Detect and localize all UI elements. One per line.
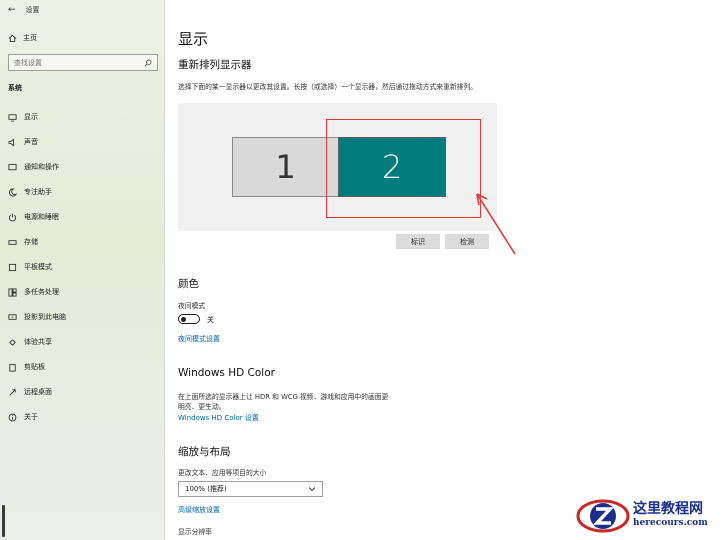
watermark-logo-icon [576, 499, 630, 533]
section-label: 系统 [8, 84, 22, 92]
sidebar-scrollbar[interactable] [2, 505, 5, 537]
night-light-toggle[interactable] [178, 314, 200, 324]
sidebar-item-projecting[interactable]: 投影到此电脑 [8, 311, 66, 323]
watermark-url: herecours.com [633, 518, 708, 528]
advanced-scaling-link[interactable]: 高级缩放设置 [178, 505, 220, 515]
power-icon [8, 213, 17, 221]
sidebar-item-label: 显示 [24, 113, 38, 121]
toggle-knob [181, 316, 186, 322]
scale-dropdown-value: 100% (推荐) [185, 485, 227, 493]
search-box[interactable] [8, 54, 158, 71]
sidebar-item-multitasking[interactable]: 多任务处理 [8, 286, 59, 298]
chevron-down-icon [308, 487, 316, 492]
hdr-settings-link[interactable]: Windows HD Color 设置 [178, 413, 259, 423]
resolution-label: 显示分辨率 [178, 528, 212, 536]
remote-icon [9, 388, 16, 395]
annotation-arrow-icon [476, 193, 516, 255]
moon-icon [8, 187, 17, 196]
scale-size-label: 更改文本、应用等项目的大小 [178, 469, 267, 477]
night-light-label: 夜间模式 [178, 302, 206, 310]
app-title: 设置 [25, 6, 40, 14]
tablet-icon [8, 263, 17, 271]
title-bar: ← 设置 [8, 4, 40, 16]
home-icon [8, 34, 17, 42]
sidebar-item-about[interactable]: 关于 [8, 411, 38, 423]
sidebar-item-remote-desktop[interactable]: 远程桌面 [8, 386, 52, 398]
sidebar-item-label: 投影到此电脑 [24, 313, 66, 321]
watermark: 这里教程网 herecours.com [575, 494, 721, 538]
rearrange-description: 选择下面的某一显示器以更改其设置。长按（或选择）一个显示器，然后通过拖动方式来重… [178, 83, 478, 91]
search-icon[interactable] [144, 59, 152, 67]
share-icon [9, 338, 16, 346]
sidebar-item-label: 电源和睡眠 [24, 213, 59, 221]
sidebar-item-label: 体验共享 [24, 338, 52, 346]
scale-dropdown[interactable]: 100% (推荐) [178, 481, 323, 497]
watermark-title: 这里教程网 [633, 501, 703, 517]
clipboard-icon [9, 363, 16, 372]
sidebar-item-label: 主页 [23, 34, 37, 42]
sidebar-item-label: 远程桌面 [24, 388, 52, 396]
storage-icon [8, 239, 17, 245]
detect-button[interactable]: 检测 [445, 234, 489, 249]
sidebar-item-power[interactable]: 电源和睡眠 [8, 211, 59, 223]
identify-button[interactable]: 标识 [396, 234, 440, 249]
hdr-description-line2: 明亮、更生动。 [178, 403, 226, 411]
display-icon [8, 113, 17, 122]
sidebar-item-label: 声音 [24, 138, 38, 146]
search-input[interactable] [14, 58, 134, 67]
page-title: 显示 [178, 30, 209, 48]
sidebar-item-storage[interactable]: 存储 [8, 236, 38, 248]
monitor-1[interactable]: 1 [232, 137, 339, 197]
highlight-box [326, 119, 481, 218]
rearrange-heading: 重新排列显示器 [178, 59, 252, 71]
sidebar: ← 设置 主页 系统 显示 声音 通知和操作 专注助手 电源和睡眠 存储 [0, 0, 165, 540]
night-light-settings-link[interactable]: 夜间模式设置 [178, 334, 220, 344]
sidebar-item-tablet[interactable]: 平板模式 [8, 261, 52, 273]
scale-heading: 缩放与布局 [178, 446, 231, 458]
speaker-icon [8, 137, 14, 147]
sidebar-item-home[interactable]: 主页 [8, 32, 37, 44]
sidebar-item-focus-assist[interactable]: 专注助手 [8, 186, 52, 198]
multitask-icon [8, 287, 17, 297]
sidebar-item-shared-experiences[interactable]: 体验共享 [8, 336, 52, 348]
project-icon [8, 313, 17, 320]
sidebar-item-label: 关于 [24, 413, 38, 421]
sidebar-item-label: 通知和操作 [24, 163, 59, 171]
hdr-heading: Windows HD Color [178, 367, 275, 379]
sidebar-item-label: 多任务处理 [24, 288, 59, 296]
sidebar-item-clipboard[interactable]: 剪贴板 [8, 361, 45, 373]
sidebar-item-sound[interactable]: 声音 [8, 136, 38, 148]
night-light-state: 关 [207, 316, 214, 324]
sidebar-item-notifications[interactable]: 通知和操作 [8, 161, 59, 173]
color-heading: 颜色 [178, 278, 199, 290]
hdr-description-line1: 在上面所选的显示器上让 HDR 和 WCG 视频、游戏和应用中的画面更 [178, 393, 389, 401]
main-content: 显示 重新排列显示器 选择下面的某一显示器以更改其设置。长按（或选择）一个显示器… [166, 0, 723, 540]
notification-icon [8, 163, 17, 170]
info-icon [8, 413, 17, 421]
sidebar-item-label: 专注助手 [24, 188, 52, 196]
sidebar-item-label: 剪贴板 [24, 363, 45, 371]
sidebar-item-label: 平板模式 [24, 263, 52, 271]
back-arrow-icon[interactable]: ← [8, 5, 16, 15]
sidebar-item-label: 存储 [24, 238, 38, 246]
sidebar-item-display[interactable]: 显示 [8, 111, 38, 123]
